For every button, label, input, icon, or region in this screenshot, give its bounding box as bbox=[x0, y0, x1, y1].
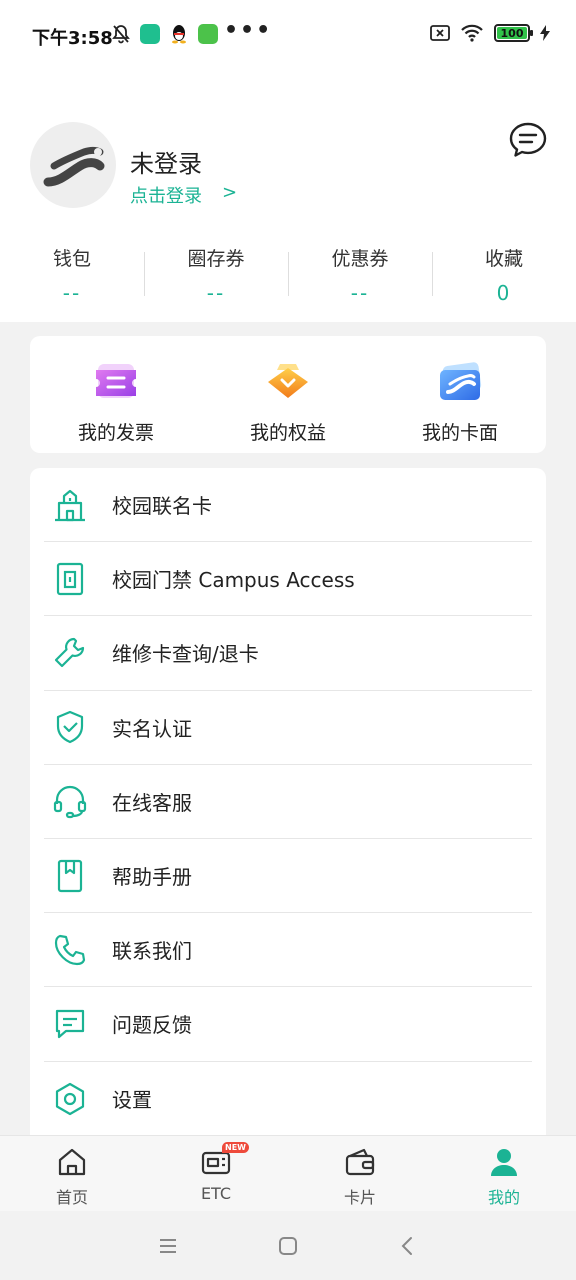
menu-item-contact-us[interactable]: 联系我们 bbox=[44, 913, 532, 988]
system-navigation-bar bbox=[0, 1211, 576, 1280]
door-icon bbox=[56, 562, 84, 595]
user-name: 未登录 bbox=[130, 150, 202, 178]
status-bar: 下午3:58 ••• 100 bbox=[0, 0, 576, 70]
login-link-label: 点击登录 bbox=[130, 186, 202, 207]
tab-etc[interactable]: NEW ETC bbox=[144, 1136, 288, 1211]
stats-row: 钱包 -- 圈存券 -- 优惠券 -- 收藏 0 bbox=[0, 244, 576, 305]
profile-header: 未登录 点击登录 > 钱包 -- 圈存券 -- 优惠券 -- 收藏 0 bbox=[0, 70, 576, 322]
menu-lines-icon[interactable] bbox=[156, 1234, 180, 1258]
login-link[interactable]: 点击登录 > bbox=[130, 182, 237, 208]
android-app-icon bbox=[198, 24, 218, 44]
qq-penguin-icon bbox=[172, 25, 186, 44]
status-notification-icons bbox=[112, 24, 218, 44]
menu-item-settings[interactable]: 设置 bbox=[44, 1062, 532, 1136]
headset-icon bbox=[53, 786, 87, 819]
menu-item-campus-card[interactable]: 校园联名卡 bbox=[44, 468, 532, 543]
wifi-icon bbox=[461, 24, 483, 42]
invoice-icon bbox=[96, 364, 136, 398]
message-icon[interactable] bbox=[508, 120, 548, 160]
stat-wallet[interactable]: 钱包 -- bbox=[0, 244, 144, 305]
tab-mine[interactable]: 我的 bbox=[432, 1136, 576, 1211]
wrench-icon bbox=[54, 637, 85, 668]
card-face-icon bbox=[440, 362, 482, 400]
menu-item-online-service[interactable]: 在线客服 bbox=[44, 765, 532, 839]
menu-item-real-name[interactable]: 实名认证 bbox=[44, 691, 532, 765]
quick-action-card-face[interactable]: 我的卡面 bbox=[374, 336, 546, 453]
security-app-icon bbox=[140, 24, 160, 44]
quick-action-benefits[interactable]: 我的权益 bbox=[202, 336, 374, 453]
bottom-tab-bar: 首页 NEW ETC 卡片 我的 bbox=[0, 1135, 576, 1211]
avatar[interactable] bbox=[30, 122, 116, 208]
status-system-icons: 100 bbox=[430, 24, 550, 42]
back-icon[interactable] bbox=[396, 1234, 420, 1258]
home-square-icon[interactable] bbox=[276, 1234, 300, 1258]
stat-load-coupon[interactable]: 圈存券 -- bbox=[144, 244, 288, 305]
battery-indicator: 100 bbox=[494, 24, 533, 42]
menu-item-campus-access[interactable]: 校园门禁 Campus Access bbox=[44, 542, 532, 617]
menu-item-help-manual[interactable]: 帮助手册 bbox=[44, 839, 532, 914]
new-badge: NEW bbox=[222, 1142, 249, 1153]
tab-cards[interactable]: 卡片 bbox=[288, 1136, 432, 1211]
home-icon bbox=[58, 1148, 86, 1176]
sim-error-icon bbox=[430, 25, 450, 41]
bell-off-icon bbox=[112, 25, 130, 44]
app-logo-icon bbox=[43, 147, 105, 187]
charging-icon bbox=[540, 25, 550, 41]
feedback-icon bbox=[55, 1009, 85, 1039]
quick-actions-card: 我的发票 我的权益 我的卡面 bbox=[30, 336, 546, 453]
quick-action-invoice[interactable]: 我的发票 bbox=[30, 336, 202, 453]
chevron-right-icon: > bbox=[222, 182, 238, 203]
menu-item-feedback[interactable]: 问题反馈 bbox=[44, 987, 532, 1062]
status-time: 下午3:58 bbox=[32, 28, 113, 49]
stat-discount-coupon[interactable]: 优惠券 -- bbox=[288, 244, 432, 305]
campus-building-icon bbox=[55, 489, 85, 521]
stat-favorites[interactable]: 收藏 0 bbox=[432, 244, 576, 305]
settings-menu: 校园联名卡 校园门禁 Campus Access 维修卡查询/退卡 实名认证 在… bbox=[30, 468, 546, 1136]
settings-icon bbox=[55, 1082, 85, 1115]
book-icon bbox=[57, 859, 83, 892]
shield-check-icon bbox=[56, 711, 84, 744]
more-notifications-icon: ••• bbox=[224, 18, 273, 43]
person-icon bbox=[491, 1149, 517, 1176]
phone-icon bbox=[54, 934, 86, 965]
benefits-icon bbox=[268, 364, 308, 398]
menu-item-repair-card[interactable]: 维修卡查询/退卡 bbox=[44, 616, 532, 691]
wallet-icon bbox=[345, 1148, 375, 1176]
tab-home[interactable]: 首页 bbox=[0, 1136, 144, 1211]
